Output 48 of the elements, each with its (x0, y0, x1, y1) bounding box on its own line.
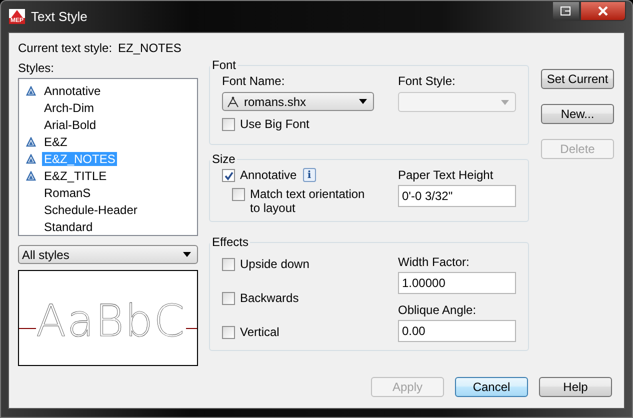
group-title: Font (211, 58, 238, 72)
dialog-button[interactable]: New... (541, 104, 614, 124)
close-button[interactable] (580, 1, 626, 21)
paper-height-field[interactable]: 0'-0 3/32" (398, 185, 516, 207)
info-icon[interactable]: i (302, 168, 316, 182)
checkbox-label: Use Big Font (240, 117, 310, 131)
dialog-button[interactable]: Set Current (541, 69, 614, 89)
checkbox-label: Vertical (240, 325, 280, 339)
width-factor-label: Width Factor: (398, 255, 470, 269)
style-item[interactable]: Arch-Dim (42, 100, 96, 114)
paper-height-label: Paper Text Height (398, 168, 494, 182)
restore-button[interactable] (552, 1, 580, 21)
close-icon (598, 6, 608, 16)
width-factor-field[interactable]: 1.00000 (398, 272, 516, 294)
checkbox-label: Upside down (240, 257, 310, 271)
group-title: Size (211, 152, 236, 166)
style-item[interactable]: Arial-Bold (42, 118, 98, 132)
checkbox[interactable] (222, 292, 235, 305)
dialog-button[interactable]: Cancel (455, 377, 528, 397)
style-item[interactable]: E&Z_TITLE (42, 168, 109, 182)
group-title: Effects (211, 235, 250, 249)
checkbox[interactable] (222, 258, 235, 271)
font-style-label: Font Style: (398, 74, 456, 88)
current-style-value: EZ_NOTES (118, 41, 182, 57)
checkbox[interactable] (222, 326, 235, 339)
font-name-label: Font Name: (222, 74, 286, 88)
styles-label: Styles: (18, 61, 56, 76)
text-preview: AaBbC (18, 270, 198, 366)
font-name-dropdown[interactable]: romans.shx (222, 92, 374, 111)
checkbox[interactable] (232, 188, 245, 201)
style-filter-dropdown[interactable]: All styles (18, 245, 198, 264)
style-item[interactable]: Schedule-Header (42, 202, 140, 216)
style-item[interactable]: RomanS (42, 186, 93, 200)
oblique-angle-label: Oblique Angle: (398, 303, 478, 317)
restore-icon (560, 6, 572, 16)
checkbox-label: Backwards (240, 291, 299, 305)
checkbox[interactable] (222, 169, 235, 182)
checkbox-label: Match text orientation to layout (250, 187, 366, 215)
checkbox[interactable] (222, 118, 235, 131)
window-title: Text Style (31, 9, 88, 24)
current-style-label: Current text style: (18, 41, 112, 57)
oblique-angle-field[interactable]: 0.00 (398, 320, 516, 342)
font-type-icon (226, 96, 240, 108)
checkbox-label: Annotative (240, 168, 297, 182)
style-item[interactable]: Annotative (42, 84, 103, 98)
style-item[interactable]: Standard (42, 220, 95, 234)
style-item[interactable]: E&Z (42, 134, 70, 148)
dialog-button[interactable]: Help (539, 377, 612, 397)
